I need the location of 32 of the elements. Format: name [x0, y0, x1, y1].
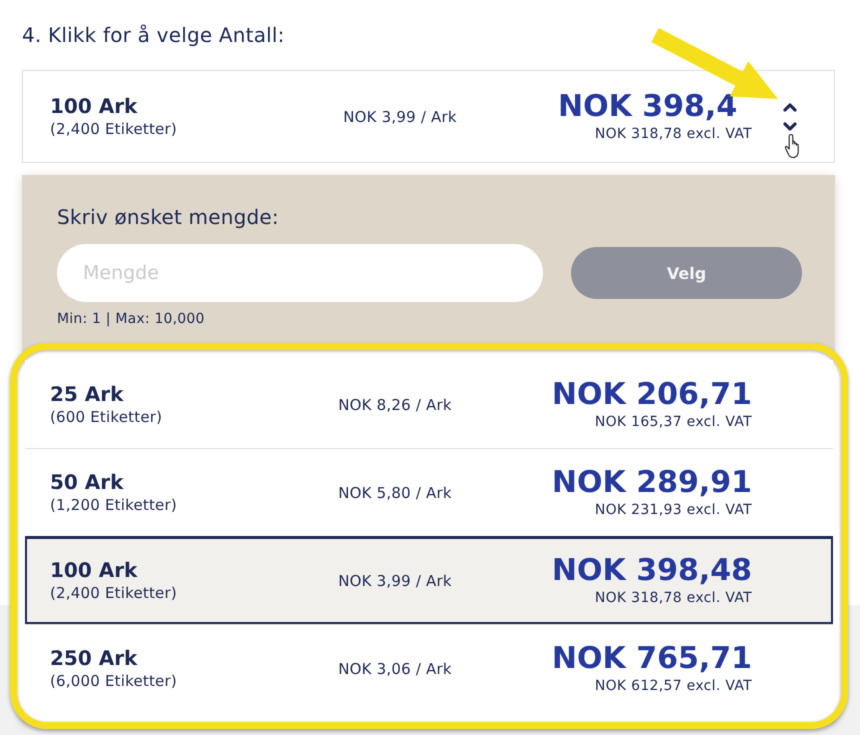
price-excl-vat: NOK 231,93 excl. VAT: [594, 501, 752, 520]
quantity-option[interactable]: 100 Ark (2,400 Etiketter) NOK 3,99 / Ark NOK 398,48 NOK 318,78 excl. VAT: [25, 536, 833, 624]
label-count: (1,200 Etiketter): [50, 494, 177, 516]
price: NOK 398,48: [552, 553, 752, 588]
price: NOK 206,71: [552, 377, 752, 412]
unit-price: NOK 3,06 / Ark: [338, 660, 452, 678]
label-count: (2,400 Etiketter): [50, 582, 177, 604]
label-count: (6,000 Etiketter): [50, 670, 177, 692]
quantity-label: 100 Ark: [50, 94, 138, 118]
price-excl-vat: NOK 318,78 excl. VAT: [594, 125, 752, 144]
quantity-label: 50 Ark: [50, 470, 124, 494]
unit-price: NOK 3,99 / Ark: [343, 108, 457, 126]
label-count: (600 Etiketter): [50, 406, 162, 428]
section-heading: 4. Klikk for å velge Antall:: [22, 23, 286, 47]
quantity-label: 250 Ark: [50, 646, 138, 670]
quantity-label: 100 Ark: [50, 558, 138, 582]
custom-quantity-label: Skriv ønsket mengde:: [57, 205, 279, 229]
price: NOK 398,4: [558, 89, 738, 124]
quantity-label: 25 Ark: [50, 382, 124, 406]
price-excl-vat: NOK 612,57 excl. VAT: [594, 677, 752, 696]
price-excl-vat: NOK 318,78 excl. VAT: [594, 589, 752, 608]
price: NOK 289,91: [552, 465, 752, 500]
label-count: (2,400 Etiketter): [50, 118, 177, 140]
quantity-dropdown[interactable]: 100 Ark (2,400 Etiketter) NOK 3,99 / Ark NOK 398,4 NOK 318,78 excl. VAT: [22, 70, 835, 163]
price: NOK 765,71: [552, 641, 752, 676]
unit-price: NOK 5,80 / Ark: [338, 484, 452, 502]
unit-price: NOK 8,26 / Ark: [338, 396, 452, 414]
quantity-limits: Min: 1 | Max: 10,000: [57, 311, 205, 327]
price-excl-vat: NOK 165,37 excl. VAT: [594, 413, 752, 432]
unit-price: NOK 3,99 / Ark: [338, 572, 452, 590]
quantity-option[interactable]: 250 Ark (6,000 Etiketter) NOK 3,06 / Ark NOK 765,71 NOK 612,57 excl. VAT: [25, 624, 833, 712]
chevron-up-down-icon[interactable]: [782, 102, 798, 132]
